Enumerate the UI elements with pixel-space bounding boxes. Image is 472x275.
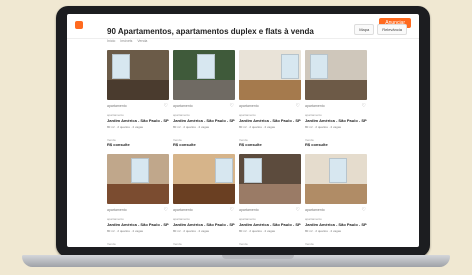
sort-select[interactable]: Relevância: [377, 24, 407, 35]
breadcrumb-link-home[interactable]: Início: [107, 39, 115, 43]
laptop-screen: Anunciar 90 Apartamentos, apartamentos d…: [67, 14, 419, 247]
listing-type: apartamento: [239, 104, 259, 108]
listing-price: R$ consulte: [239, 246, 262, 247]
listing-price: R$ consulte: [173, 246, 196, 247]
listing-type: apartamento: [173, 104, 193, 108]
listing-photo[interactable]: [107, 50, 169, 100]
listing-subtype: apartamento: [107, 113, 124, 117]
photo-floor: [305, 184, 367, 204]
listing-subtype: apartamento: [173, 113, 190, 117]
photo-floor: [239, 184, 301, 204]
listing-title[interactable]: Jardim América - São Paulo - SP: [173, 118, 235, 123]
listing-price: R$ consulte: [239, 142, 262, 147]
listing-photo[interactable]: [173, 154, 235, 204]
breadcrumb-link-properties[interactable]: Imóveis: [120, 39, 132, 43]
photo-window: [243, 158, 263, 183]
listing-title[interactable]: Jardim América - São Paulo - SP: [305, 222, 367, 227]
listing-subtype: apartamento: [107, 217, 124, 221]
listing-title[interactable]: Jardim América - São Paulo - SP: [239, 118, 301, 123]
listing-subtype: apartamento: [305, 217, 322, 221]
listing-card[interactable]: apartamento ♡ apartamento Jardim América…: [239, 50, 301, 160]
listing-photo[interactable]: [173, 50, 235, 100]
photo-floor: [239, 80, 301, 100]
heart-icon[interactable]: ♡: [230, 103, 234, 109]
filter-bar: Mapa Relevância: [354, 24, 407, 35]
heart-icon[interactable]: ♡: [362, 207, 366, 213]
listing-specs: 80 m² · 2 quartos · 2 vagas: [239, 229, 276, 233]
listing-price: R$ consulte: [305, 246, 328, 247]
listing-title[interactable]: Jardim América - São Paulo - SP: [305, 118, 367, 123]
listing-card[interactable]: apartamento ♡ apartamento Jardim América…: [305, 154, 367, 247]
listing-photo[interactable]: [107, 154, 169, 204]
listing-card[interactable]: apartamento ♡ apartamento Jardim América…: [173, 154, 235, 247]
listing-price: R$ consulte: [305, 142, 328, 147]
listing-card[interactable]: apartamento ♡ apartamento Jardim América…: [173, 50, 235, 160]
heart-icon[interactable]: ♡: [164, 207, 168, 213]
listing-type: apartamento: [173, 208, 193, 212]
photo-window: [281, 54, 300, 79]
listing-type: apartamento: [305, 208, 325, 212]
photo-window: [111, 54, 131, 79]
listing-specs: 80 m² · 2 quartos · 2 vagas: [305, 229, 342, 233]
listing-specs: 80 m² · 2 quartos · 2 vagas: [173, 229, 210, 233]
listing-photo[interactable]: [305, 50, 367, 100]
listing-photo[interactable]: [305, 154, 367, 204]
heart-icon[interactable]: ♡: [296, 207, 300, 213]
heart-icon[interactable]: ♡: [164, 103, 168, 109]
listing-title[interactable]: Jardim América - São Paulo - SP: [239, 222, 301, 227]
photo-window: [196, 54, 215, 79]
listing-subtype: apartamento: [239, 113, 256, 117]
photo-floor: [173, 184, 235, 204]
listing-title[interactable]: Jardim América - São Paulo - SP: [173, 222, 235, 227]
listing-card[interactable]: apartamento ♡ apartamento Jardim América…: [107, 154, 169, 247]
photo-floor: [107, 184, 169, 204]
photo-window: [309, 54, 329, 79]
photo-floor: [173, 80, 235, 100]
listing-title[interactable]: Jardim América - São Paulo - SP: [107, 222, 169, 227]
listing-subtype: apartamento: [305, 113, 322, 117]
listing-specs: 80 m² · 2 quartos · 2 vagas: [239, 125, 276, 129]
heart-icon[interactable]: ♡: [296, 103, 300, 109]
listing-card[interactable]: apartamento ♡ apartamento Jardim América…: [107, 50, 169, 160]
photo-window: [130, 158, 149, 183]
listing-card[interactable]: apartamento ♡ apartamento Jardim América…: [305, 50, 367, 160]
map-toggle-button[interactable]: Mapa: [354, 24, 375, 35]
heart-icon[interactable]: ♡: [230, 207, 234, 213]
listing-specs: 80 m² · 2 quartos · 2 vagas: [107, 229, 144, 233]
listing-type: apartamento: [239, 208, 259, 212]
breadcrumb-link-sale[interactable]: Venda: [137, 39, 147, 43]
listing-title[interactable]: Jardim América - São Paulo - SP: [107, 118, 169, 123]
listing-subtype: apartamento: [173, 217, 190, 221]
breadcrumb: Início Imóveis Venda: [107, 39, 151, 43]
photo-floor: [305, 80, 367, 100]
heart-icon[interactable]: ♡: [362, 103, 366, 109]
listing-price: R$ consulte: [107, 142, 130, 147]
page-title: 90 Apartamentos, apartamentos duplex e f…: [107, 27, 314, 36]
listing-type: apartamento: [107, 208, 127, 212]
photo-window: [215, 158, 234, 183]
photo-window: [328, 158, 347, 183]
laptop-notch: [222, 255, 294, 259]
listing-card[interactable]: apartamento ♡ apartamento Jardim América…: [239, 154, 301, 247]
brand-logo: [75, 21, 83, 29]
listing-photo[interactable]: [239, 154, 301, 204]
listing-photo[interactable]: [239, 50, 301, 100]
listing-type: apartamento: [305, 104, 325, 108]
listing-specs: 80 m² · 2 quartos · 2 vagas: [107, 125, 144, 129]
listing-specs: 80 m² · 2 quartos · 2 vagas: [305, 125, 342, 129]
listing-price: R$ consulte: [107, 246, 130, 247]
photo-floor: [107, 80, 169, 100]
listing-subtype: apartamento: [239, 217, 256, 221]
listing-specs: 80 m² · 2 quartos · 2 vagas: [173, 125, 210, 129]
listing-type: apartamento: [107, 104, 127, 108]
laptop-base: [22, 255, 450, 267]
listing-price: R$ consulte: [173, 142, 196, 147]
